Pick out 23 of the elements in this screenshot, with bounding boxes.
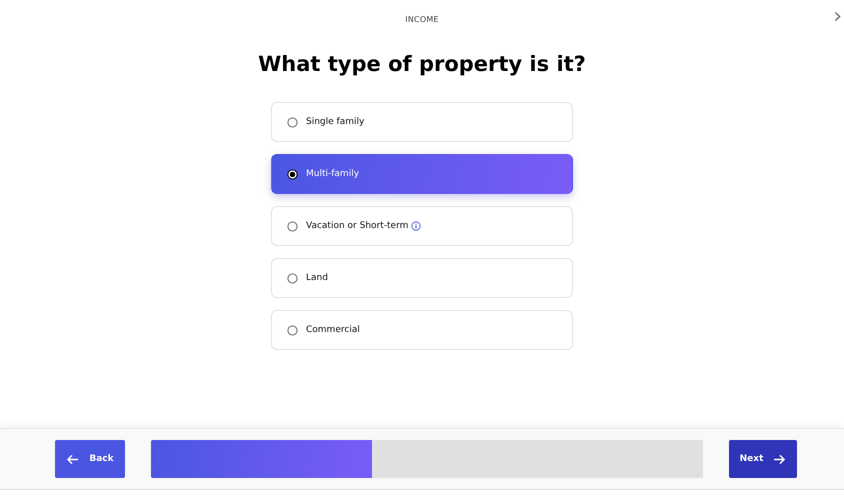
option-card[interactable]: Commercial [271, 310, 573, 350]
option-card[interactable]: Vacation or Short-term [271, 206, 573, 246]
option-label: Commercial [306, 325, 360, 335]
next-button[interactable]: Next [729, 440, 797, 478]
option-card[interactable]: Multi-family [271, 154, 573, 194]
radio-icon [287, 220, 298, 232]
option-card[interactable]: Land [271, 258, 573, 298]
radio-icon [287, 168, 298, 180]
question-title: What type of property is it? [258, 52, 586, 76]
radio-icon [287, 116, 298, 128]
info-icon[interactable] [411, 221, 422, 231]
back-button[interactable]: Back [55, 440, 125, 478]
option-label: Land [306, 273, 328, 283]
option-label: Multi-family [306, 169, 360, 179]
arrow-right-icon [773, 454, 786, 464]
option-card[interactable]: Single family [271, 102, 573, 142]
option-label: Vacation or Short-term [306, 221, 408, 231]
section-label: INCOME [405, 14, 439, 24]
option-label: Single family [306, 117, 364, 127]
forward-button[interactable]: › [831, 6, 844, 28]
radio-icon [287, 272, 298, 284]
arrow-left-icon [66, 454, 80, 464]
radio-icon [287, 324, 298, 336]
